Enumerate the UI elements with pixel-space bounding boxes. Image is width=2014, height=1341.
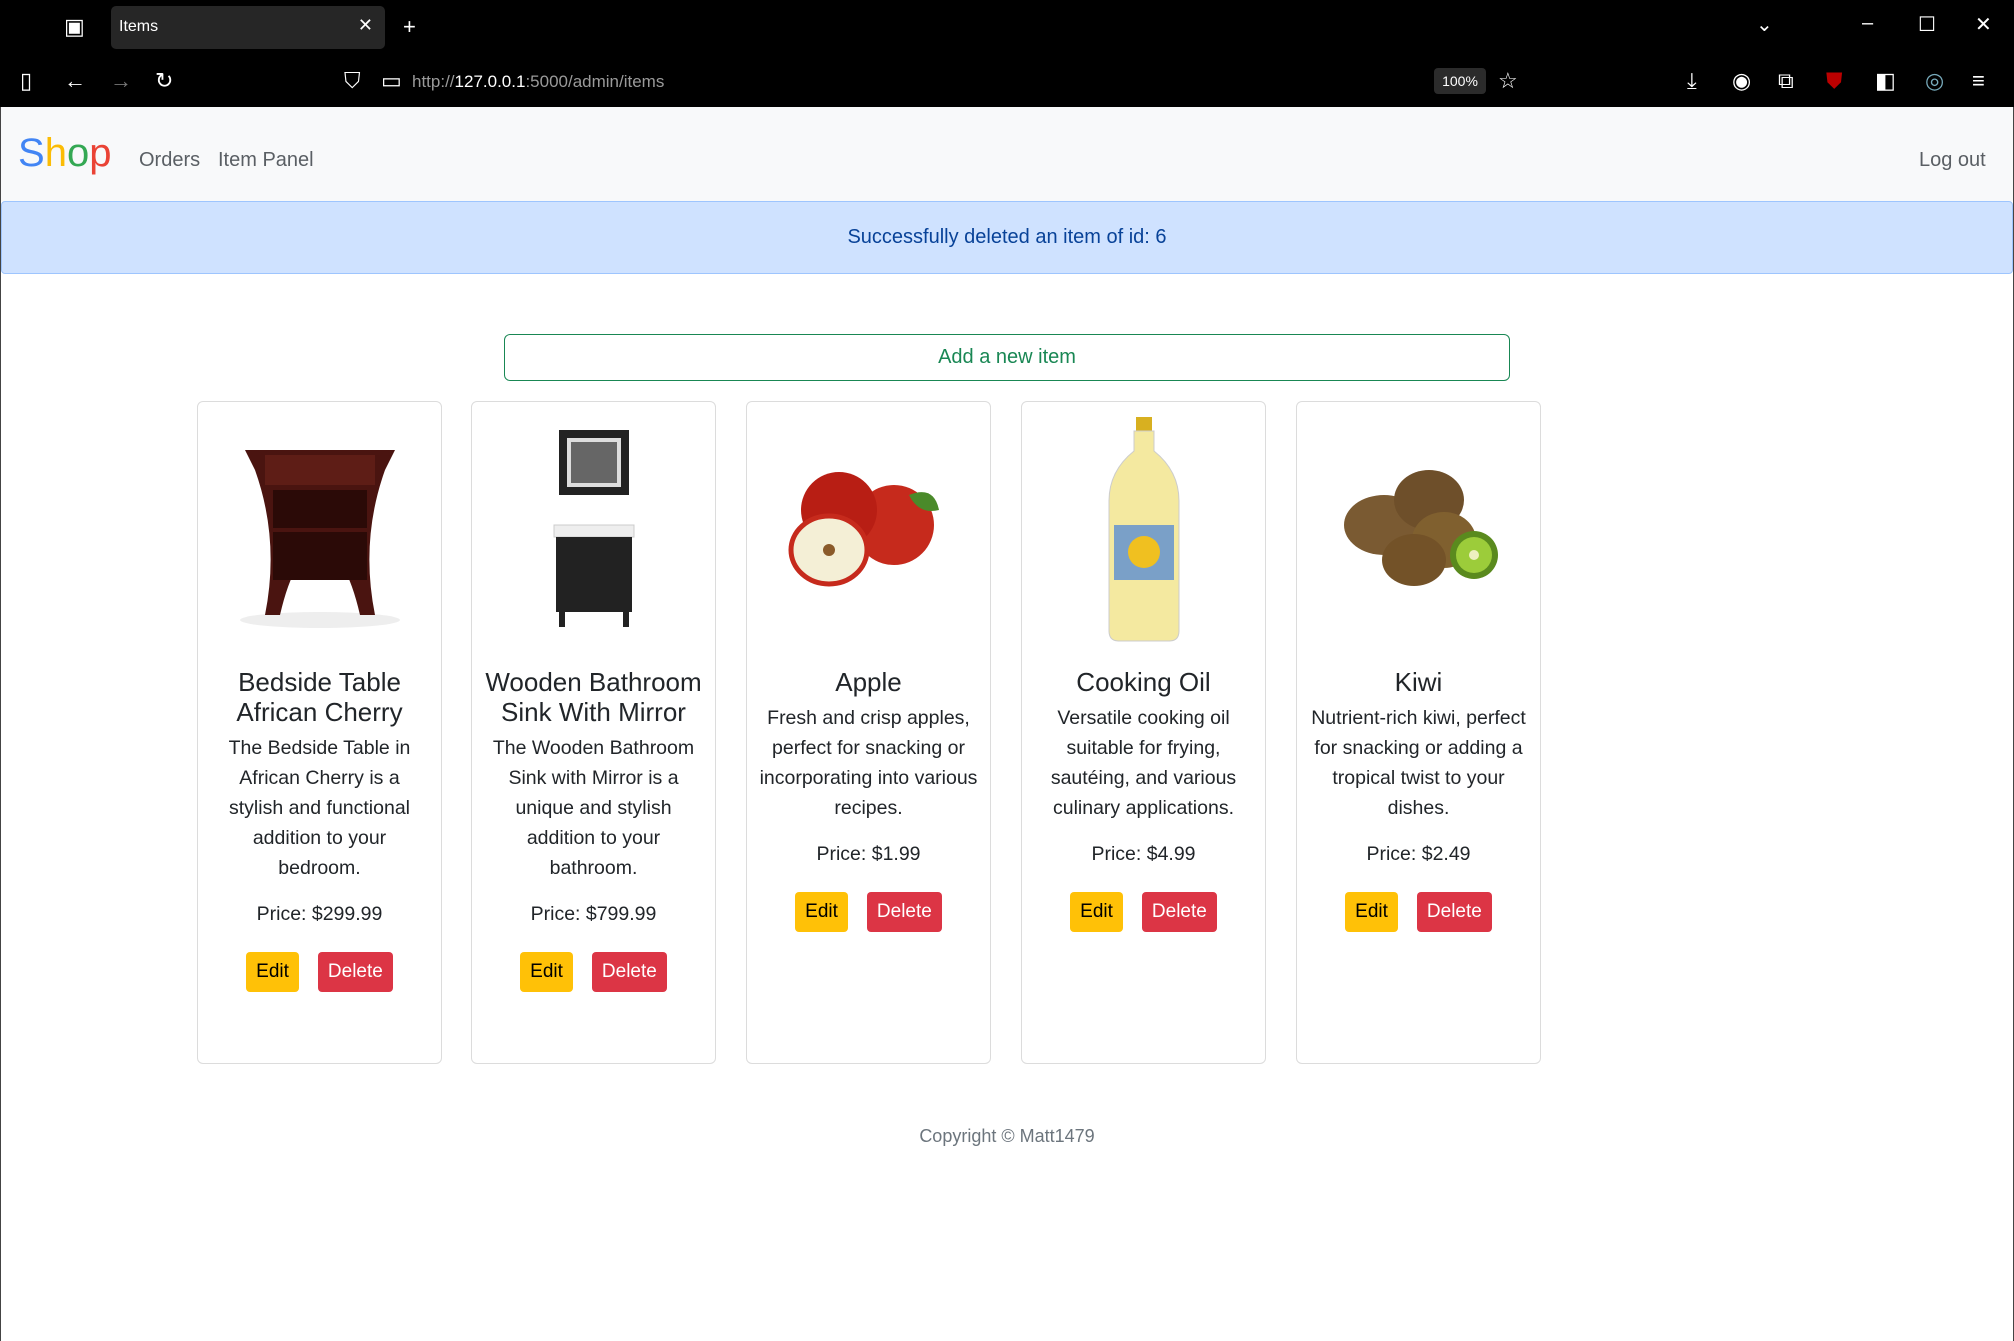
account-icon[interactable]: ◉: [1732, 68, 1751, 94]
url-path: :5000/admin/items: [525, 72, 665, 91]
tab-list-chevron-icon[interactable]: ⌄: [1756, 12, 1773, 37]
footer-copyright: Copyright © Matt1479: [919, 1126, 1095, 1146]
minimize-icon[interactable]: –: [1862, 12, 1873, 35]
item-card: Apple Fresh and crisp apples, perfect fo…: [746, 401, 991, 1064]
delete-button[interactable]: Delete: [866, 892, 942, 932]
item-title: Wooden Bathroom Sink With Mirror: [485, 667, 702, 727]
item-price: Price: $299.99: [256, 903, 383, 925]
window-edge: [0, 107, 1, 1341]
item-image: [484, 412, 703, 647]
zoom-level[interactable]: 100%: [1434, 68, 1486, 94]
item-description: Versatile cooking oil suitable for fryin…: [1050, 707, 1237, 819]
url-bar[interactable]: http://127.0.0.1:5000/admin/items: [412, 72, 664, 92]
delete-button[interactable]: Delete: [591, 952, 667, 992]
item-description: Fresh and crisp apples, perfect for snac…: [759, 707, 978, 819]
item-title: Cooking Oil: [1076, 667, 1211, 697]
item-card: Wooden Bathroom Sink With Mirror The Woo…: [471, 401, 716, 1064]
maximize-icon[interactable]: ☐: [1918, 12, 1936, 37]
logout-link[interactable]: Log out: [1919, 149, 1986, 172]
back-icon[interactable]: ←: [64, 68, 86, 94]
item-image: [210, 412, 429, 647]
edit-button[interactable]: Edit: [795, 892, 848, 932]
item-price: Price: $4.99: [1091, 843, 1196, 865]
item-image: [1309, 412, 1528, 647]
item-title: Bedside Table African Cherry: [236, 667, 403, 727]
sidebar-icon[interactable]: ▯: [20, 68, 32, 94]
edit-button[interactable]: Edit: [1070, 892, 1123, 932]
item-card: Kiwi Nutrient-rich kiwi, perfect for sna…: [1296, 401, 1541, 1064]
item-title: Kiwi: [1394, 667, 1443, 697]
menu-icon[interactable]: ≡: [1972, 68, 1985, 94]
bookmark-star-icon[interactable]: ☆: [1498, 68, 1518, 94]
url-scheme: http://: [412, 72, 455, 91]
item-price: Price: $2.49: [1366, 843, 1471, 865]
delete-button[interactable]: Delete: [1416, 892, 1492, 932]
tab-items[interactable]: Items ✕: [111, 6, 385, 49]
url-host: 127.0.0.1: [454, 72, 526, 91]
brand-letter: h: [44, 131, 67, 175]
item-description: The Wooden Bathroom Sink with Mirror is …: [492, 737, 695, 879]
brand-letter: o: [66, 131, 90, 175]
reload-icon[interactable]: ↻: [155, 68, 173, 94]
close-tab-icon[interactable]: ✕: [358, 15, 373, 36]
item-image: [759, 412, 978, 647]
edit-button[interactable]: Edit: [246, 952, 299, 992]
nav-orders[interactable]: Orders: [139, 149, 200, 172]
edit-button[interactable]: Edit: [520, 952, 573, 992]
edit-button[interactable]: Edit: [1345, 892, 1398, 932]
add-item-button[interactable]: Add a new item: [504, 334, 1510, 381]
item-title: Apple: [835, 667, 902, 697]
page-icon: ▭: [381, 68, 402, 93]
item-description: Nutrient-rich kiwi, perfect for snacking…: [1311, 707, 1526, 819]
tab-overview-icon[interactable]: ▣: [64, 14, 85, 40]
ublock-icon[interactable]: ⛊: [1826, 68, 1843, 94]
navbar: Shop Orders Item Panel Log out: [0, 107, 2014, 201]
brand-letter: S: [18, 131, 45, 175]
tab-title: Items: [119, 18, 159, 35]
forward-icon: →: [110, 68, 132, 93]
item-description: The Bedside Table in African Cherry is a…: [228, 737, 411, 879]
delete-button[interactable]: Delete: [317, 952, 393, 992]
brand-letter: p: [89, 131, 112, 175]
shield-icon[interactable]: ⛉: [344, 68, 361, 94]
item-card: Cooking Oil Versatile cooking oil suitab…: [1021, 401, 1266, 1064]
nav-item-panel[interactable]: Item Panel: [218, 149, 314, 172]
picture-in-picture-icon[interactable]: ◧: [1875, 68, 1896, 94]
item-price: Price: $1.99: [816, 843, 921, 865]
item-price: Price: $799.99: [530, 903, 657, 925]
delete-button[interactable]: Delete: [1141, 892, 1217, 932]
extensions-icon[interactable]: ⧉: [1778, 68, 1794, 94]
item-image: [1034, 412, 1253, 647]
item-card: Bedside Table African Cherry The Bedside…: [197, 401, 442, 1064]
close-window-icon[interactable]: ✕: [1975, 12, 1992, 37]
privacy-extension-icon[interactable]: ◎: [1925, 68, 1944, 94]
success-alert: Successfully deleted an item of id: 6: [1, 201, 2013, 274]
brand-logo[interactable]: Shop: [18, 131, 111, 176]
browser-chrome: ▣ Items ✕ + ⌄ – ☐ ✕ ▯ ← → ↻ ⛉ ▭ http://1…: [0, 0, 2014, 107]
download-icon[interactable]: ⤓: [1687, 68, 1697, 94]
new-tab-icon[interactable]: +: [403, 14, 416, 40]
